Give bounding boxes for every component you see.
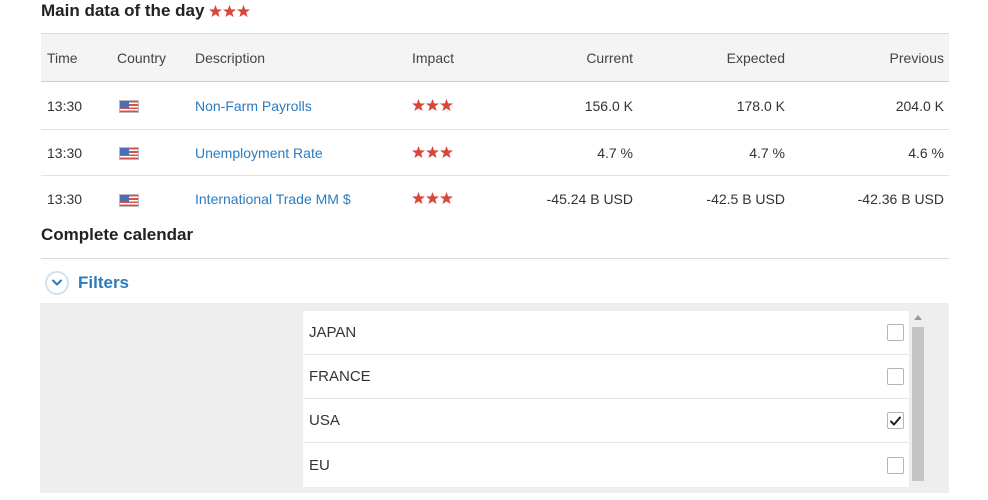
table-row: 13:30 Non-Farm Payrolls 156.0 K 178.0 K … (41, 82, 949, 130)
event-link-unemployment-rate[interactable]: Unemployment Rate (195, 145, 323, 161)
star-icon (440, 145, 453, 158)
complete-calendar-title: Complete calendar (41, 225, 194, 244)
scroll-up-arrow-icon[interactable] (914, 315, 922, 320)
event-link-non-farm-payrolls[interactable]: Non-Farm Payrolls (195, 98, 312, 114)
star-icon (209, 5, 223, 17)
header-impact[interactable]: Impact (412, 34, 492, 82)
star-icon (426, 98, 439, 111)
star-icon (426, 145, 439, 158)
row-expected: -42.5 B USD (706, 190, 785, 207)
star-icon (426, 191, 439, 204)
header-current[interactable]: Current (492, 34, 633, 82)
row-expected: 4.7 % (749, 144, 785, 161)
star-icon (440, 98, 453, 111)
main-data-title-text: Main data of the day (41, 1, 205, 20)
country-option-japan[interactable]: JAPAN (303, 311, 909, 355)
row-current: 4.7 % (597, 144, 633, 161)
country-option-eu[interactable]: EU (303, 443, 909, 487)
impact-stars (412, 191, 453, 204)
country-option-label: USA (309, 412, 340, 429)
star-icon (223, 5, 237, 17)
filters-toggle[interactable]: Filters (45, 271, 129, 295)
header-previous[interactable]: Previous (785, 34, 949, 82)
row-current: 156.0 K (584, 97, 633, 114)
country-option-label: FRANCE (309, 368, 371, 385)
header-expected[interactable]: Expected (633, 34, 785, 82)
row-current: -45.24 B USD (546, 190, 633, 207)
star-icon (412, 145, 425, 158)
star-icon (412, 98, 425, 111)
usa-flag-icon (119, 193, 139, 207)
country-checkbox[interactable] (887, 412, 904, 429)
row-time: 13:30 (47, 190, 83, 207)
main-data-table: Time Country Description Impact Current … (41, 33, 949, 222)
filter-list-scrollbar[interactable] (912, 313, 924, 487)
star-icon (440, 191, 453, 204)
main-data-title: Main data of the day (41, 0, 251, 22)
country-checkbox[interactable] (887, 368, 904, 385)
row-time: 13:30 (47, 97, 83, 114)
impact-stars (412, 98, 453, 111)
usa-flag-icon (119, 147, 139, 161)
event-link-international-trade[interactable]: International Trade MM $ (195, 191, 351, 207)
header-country[interactable]: Country (117, 34, 195, 82)
row-previous: 204.0 K (895, 97, 944, 114)
chevron-down-icon[interactable] (45, 271, 69, 295)
table-row: 13:30 International Trade MM $ -45.24 B … (41, 176, 949, 222)
row-expected: 178.0 K (736, 97, 785, 114)
row-previous: 4.6 % (908, 144, 944, 161)
header-description[interactable]: Description (195, 34, 412, 82)
table-header-row: Time Country Description Impact Current … (41, 33, 949, 82)
country-filter-list: JAPAN FRANCE USA EU (303, 311, 909, 487)
country-option-label: EU (309, 456, 330, 474)
row-time: 13:30 (47, 144, 83, 161)
title-stars (209, 5, 251, 17)
country-checkbox[interactable] (887, 324, 904, 341)
impact-stars (412, 145, 453, 158)
country-checkbox[interactable] (887, 456, 904, 474)
header-time[interactable]: Time (41, 34, 117, 82)
country-option-label: JAPAN (309, 324, 357, 341)
filters-label[interactable]: Filters (78, 273, 129, 293)
usa-flag-icon (119, 100, 139, 114)
section-divider (41, 258, 949, 259)
country-option-france[interactable]: FRANCE (303, 355, 909, 399)
scrollbar-thumb[interactable] (912, 327, 924, 481)
star-icon (237, 5, 251, 17)
checkmark-icon (890, 416, 901, 425)
table-row: 13:30 Unemployment Rate 4.7 % 4.7 % 4.6 … (41, 130, 949, 176)
star-icon (412, 191, 425, 204)
country-option-usa[interactable]: USA (303, 399, 909, 443)
row-previous: -42.36 B USD (857, 190, 944, 207)
